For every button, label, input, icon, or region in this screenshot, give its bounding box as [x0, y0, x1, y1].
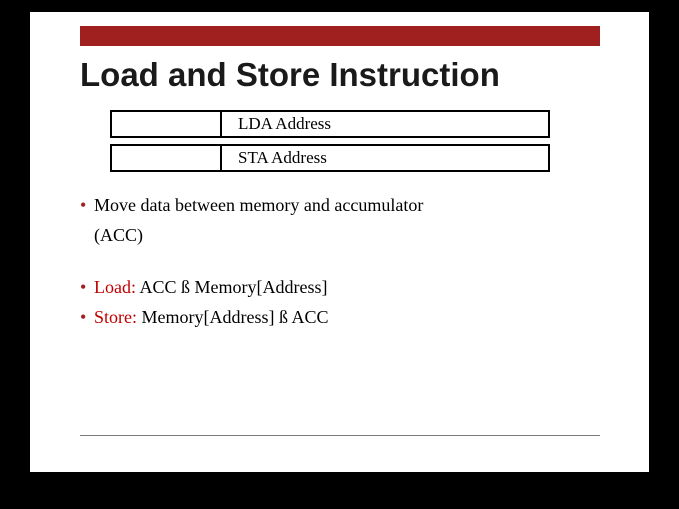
bullet-text: ACC ß Memory[Address] — [136, 277, 328, 297]
table-cell-lda: LDA Address — [222, 114, 548, 134]
table-cell-empty — [112, 112, 222, 136]
accent-bar — [80, 26, 600, 46]
table-row: LDA Address — [110, 110, 550, 138]
instruction-table: LDA Address STA Address — [110, 110, 550, 178]
slide: Load and Store Instruction LDA Address S… — [30, 12, 649, 472]
bullet-label-load: Load: — [94, 277, 136, 297]
bullet-text: Move data between memory and accumulator — [94, 195, 423, 215]
page-title: Load and Store Instruction — [80, 56, 500, 94]
list-item: Move data between memory and accumulator — [80, 192, 600, 220]
spacer — [80, 250, 600, 274]
bullet-list: Move data between memory and accumulator… — [80, 192, 600, 334]
divider — [80, 435, 600, 436]
table-row: STA Address — [110, 144, 550, 172]
list-item: Store: Memory[Address] ß ACC — [80, 304, 600, 332]
table-cell-sta: STA Address — [222, 148, 548, 168]
bullet-text: Memory[Address] ß ACC — [137, 307, 329, 327]
table-cell-empty — [112, 146, 222, 170]
list-item: Load: ACC ß Memory[Address] — [80, 274, 600, 302]
bullet-continuation: (ACC) — [80, 222, 600, 250]
bullet-label-store: Store: — [94, 307, 137, 327]
